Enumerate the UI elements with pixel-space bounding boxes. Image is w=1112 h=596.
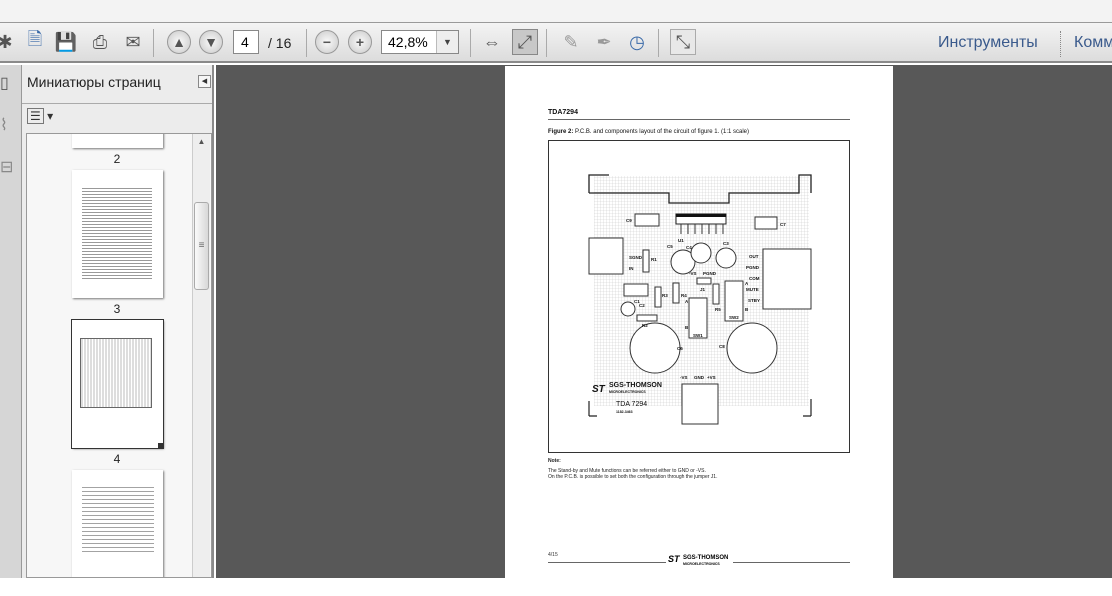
page-thumbnail-4[interactable] [71,319,164,449]
zoom-value: 42,8% [388,34,428,50]
pcb-label: C9 [626,218,632,223]
pcb-label: OUT [749,254,759,259]
pcb-label: IN [629,266,634,271]
pcb-label: -VS [689,271,697,276]
note-line: On the P.C.B. is possible to set both th… [548,474,718,480]
print-icon[interactable]: ⎙ [87,29,113,55]
thumbnail-label: 2 [113,152,121,166]
pcb-label: U1 [678,238,684,243]
footer-st-logo: ST [668,554,680,564]
signatures-icon[interactable]: ⊟ [0,157,13,177]
figure-caption: Figure 2: P.C.B. and components layout o… [548,129,749,135]
thumbnail-scrollbar[interactable]: ▲ ≡ [192,134,210,577]
pcb-chip: TDA 7294 [616,401,647,408]
pcb-label: GND [694,375,705,380]
pcb-label: MUTE [746,287,759,292]
footer-brand: SGS-THOMSON [683,555,729,561]
zoom-out-button[interactable]: − [314,29,340,55]
open-file-icon[interactable]: 🗎 [22,29,48,55]
pcb-label: SW2 [729,315,739,320]
save-icon[interactable]: 💾 [53,29,79,55]
chevron-down-icon[interactable]: ▼ [436,31,458,53]
pcb-label: R4 [681,293,687,298]
zoom-in-button[interactable]: + [347,29,373,55]
pcb-label: R2 [642,323,648,328]
st-logo: ST [592,384,606,395]
pcb-label: PGND [703,271,717,276]
tools-link[interactable]: Инструменты [938,34,1038,52]
pcb-label: C2 [639,303,645,308]
footer-brand-sub: MICROELECTRONICS [683,562,720,566]
fullscreen-icon[interactable]: ⤡ [670,29,696,55]
thumbnail-label: 4 [113,452,121,466]
plus-icon: + [348,30,372,54]
fit-page-icon[interactable]: ⤢ [512,29,538,55]
collapse-panel-button[interactable]: ◀ [198,75,211,88]
arrow-down-icon: ▼ [199,30,223,54]
page-thumbnail-3[interactable] [72,170,163,298]
create-pdf-icon[interactable]: ✱ [0,29,18,55]
thumbnail-list: 2 3 4 ▲ ≡ [26,133,212,578]
page-thumbnail-2[interactable] [72,134,163,148]
page-total: / 16 [268,35,292,51]
options-icon: ☰ [27,108,44,124]
pcb-label: C7 [780,222,786,227]
thumbnail-label: 3 [113,302,121,316]
pcb-label: C3 [723,241,729,246]
page-thumbnail-5[interactable] [72,470,163,577]
next-page-button[interactable]: ▼ [198,29,224,55]
arrow-up-icon: ▲ [167,30,191,54]
pcb-label: R3 [662,293,668,298]
comments-link[interactable]: Комм [1074,34,1112,52]
zoom-select[interactable]: 42,8% ▼ [381,30,459,54]
pcb-label: C8 [719,344,725,349]
scrollbar-thumb[interactable]: ≡ [194,202,209,290]
minus-icon: − [315,30,339,54]
page-number-input[interactable]: 4 [233,30,259,54]
pcb-label: C4 [686,245,692,250]
navigation-panel-strip: ▯ ⌇ ⊟ [0,65,22,578]
pcb-brand: SGS-THOMSON [609,382,662,389]
pcb-label: J1 [700,287,706,292]
pcb-label: R5 [715,307,721,312]
document-view[interactable]: TDA7294 Figure 2: P.C.B. and components … [216,65,1112,596]
pcb-layout: C9 C7 U1 C5 C4 C3 SGND R1 IN OUT PGND CO… [588,174,812,425]
pcb-label: COM [749,276,760,281]
page-number: 4/15 [548,552,558,558]
page-header: TDA7294 [548,109,578,116]
email-icon[interactable]: ✉ [120,29,146,55]
scroll-up-icon[interactable]: ▲ [193,137,210,146]
pcb-label: STBY [748,298,760,303]
pcb-label: R1 [651,257,657,262]
pcb-label: C5 [667,244,673,249]
fit-width-icon[interactable]: ⇔ [479,29,505,55]
note-title: Note: [548,458,561,464]
pcb-figure: C9 C7 U1 C5 C4 C3 SGND R1 IN OUT PGND CO… [548,140,850,453]
thumbnails-panel: Миниатюры страниц ◀ ☰ ▾ 2 3 4 ▲ ≡ [22,65,214,578]
pcb-label: C6 [677,346,683,351]
panel-title: Миниатюры страниц [27,74,161,90]
pcb-label: SGND [629,255,643,260]
options-menu-button[interactable]: ☰ ▾ [27,108,57,127]
toolbar: ✱ 🗎 💾 ⎙ ✉ ▲ ▼ 4 / 16 − + 42,8% ▼ ⇔ ⤢ ✎ ✒ … [0,23,1112,63]
pcb-brand-sub: MICROELECTRONICS [609,390,646,394]
pcb-label: SW1 [693,333,703,338]
pen-icon[interactable]: ✒ [591,29,617,55]
menu-bar [0,0,1112,23]
page-thumbnails-icon[interactable]: ▯ [0,73,9,93]
previous-page-button[interactable]: ▲ [166,29,192,55]
pcb-label: PGND [746,265,760,270]
history-icon[interactable]: ◷ [624,29,650,55]
pcb-label: +VS [707,375,716,380]
pdf-page: TDA7294 Figure 2: P.C.B. and components … [505,66,893,596]
sign-icon[interactable]: ✎ [558,29,584,55]
attachments-icon[interactable]: ⌇ [0,115,8,135]
pcb-label: -VS [680,375,688,380]
pcb-code: 1182-3463 [616,410,633,414]
